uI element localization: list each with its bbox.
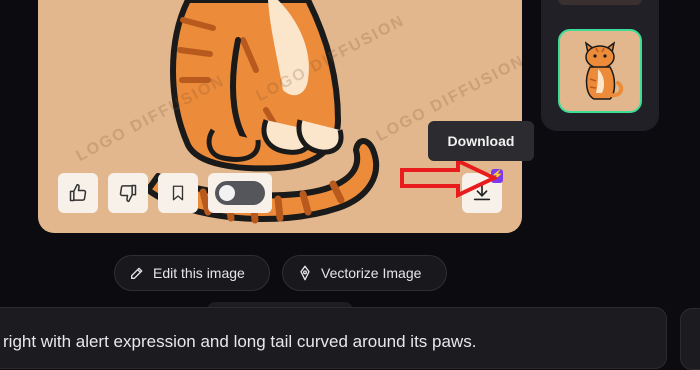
thumbnail-previous[interactable]	[558, 0, 642, 5]
edit-image-button[interactable]: Edit this image	[114, 255, 270, 291]
image-action-group	[58, 173, 272, 213]
like-button[interactable]	[58, 173, 98, 213]
thumbnail-selected[interactable]	[558, 29, 642, 113]
thumbs-down-icon	[119, 184, 137, 203]
side-card-edge	[680, 308, 700, 370]
edit-image-label: Edit this image	[153, 265, 245, 281]
visibility-toggle[interactable]	[208, 173, 272, 213]
cat-thumbnail	[584, 41, 624, 100]
toggle-knob	[219, 185, 235, 201]
thumbs-up-icon	[69, 183, 87, 202]
vectorize-image-button[interactable]: Vectorize Image	[282, 255, 447, 291]
prompt-text: right with alert expression and long tai…	[3, 332, 477, 351]
toggle-track	[215, 181, 265, 205]
bookmark-button[interactable]	[158, 173, 198, 213]
pencil-icon	[131, 267, 143, 279]
bookmark-icon	[172, 185, 184, 201]
vectorize-image-label: Vectorize Image	[321, 265, 422, 281]
pen-nib-icon	[300, 265, 310, 281]
dislike-button[interactable]	[108, 173, 148, 213]
annotation-arrow	[400, 158, 498, 198]
generated-image-card: LOGO DIFFUSION LOGO DIFFUSION LOGO DIFFU…	[38, 0, 522, 233]
prompt-card: right with alert expression and long tai…	[0, 307, 667, 369]
download-tooltip: Download	[428, 121, 534, 161]
thumbnail-panel	[541, 0, 659, 131]
